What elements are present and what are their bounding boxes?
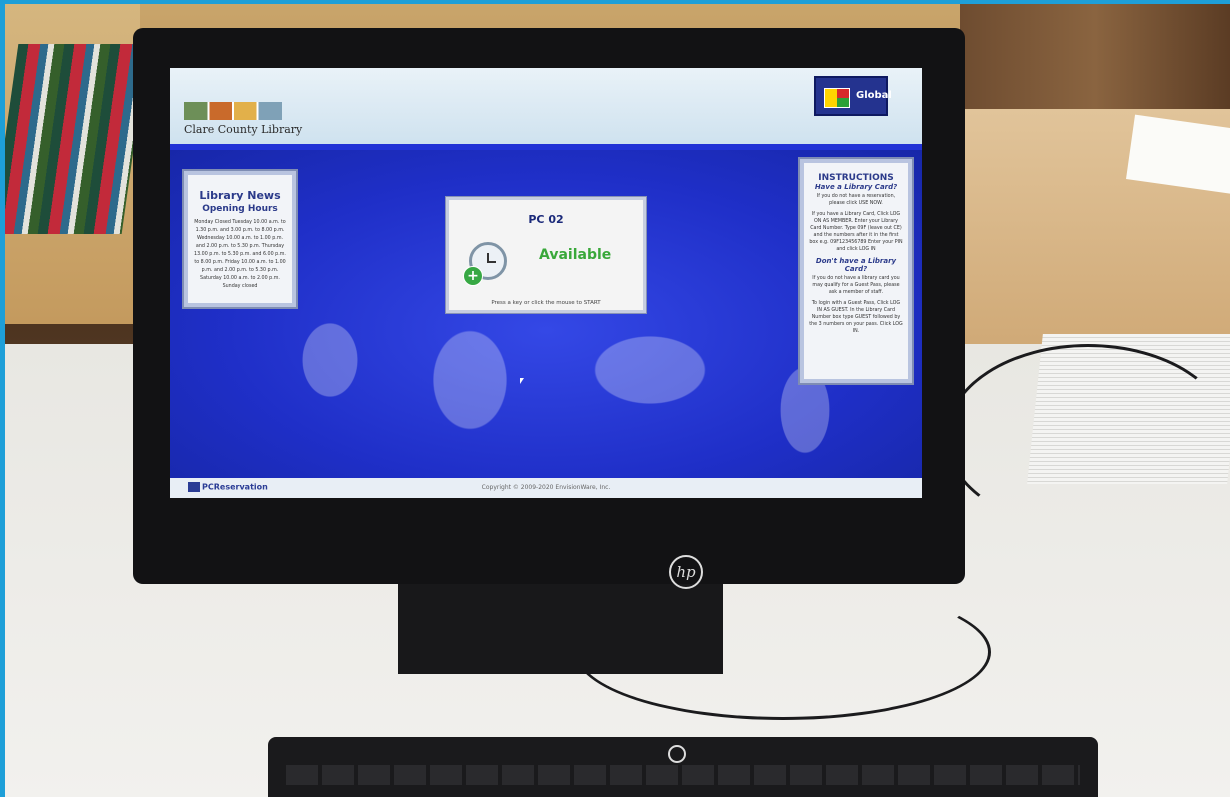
plus-icon: + <box>463 266 483 286</box>
instructions-title: INSTRUCTIONS <box>818 173 894 183</box>
flag-icon <box>824 88 850 108</box>
mouse-cursor-icon <box>520 378 524 384</box>
bookshelf <box>5 4 149 324</box>
availability-status: Available <box>539 247 612 263</box>
pc-status-card[interactable]: PC 02 + Available Press a key or click t… <box>445 196 647 314</box>
world-map-background <box>230 300 850 470</box>
copyright-text: Copyright © 2009-2020 EnvisionWare, Inc. <box>481 484 611 491</box>
wood-floor <box>960 4 1230 114</box>
instructions-text: To login with a Guest Pass, Click LOG IN… <box>809 301 903 334</box>
key-row[interactable] <box>286 765 1080 785</box>
instructions-text: If you do not have a library card you ma… <box>812 276 900 295</box>
hp-logo-icon <box>668 745 686 763</box>
instructions-panel: INSTRUCTIONS Have a Library Card? If you… <box>798 157 914 385</box>
news-title: Library News <box>199 189 281 202</box>
keyboard[interactable] <box>268 737 1098 797</box>
library-logo-images <box>184 102 282 120</box>
monitor-stand <box>398 579 723 674</box>
instructions-heading: Don't have a Library Card? <box>815 257 897 273</box>
library-name: Clare County Library <box>184 123 303 136</box>
news-subtitle: Opening Hours <box>202 204 278 214</box>
pc-reservation-screen[interactable]: Clare County Library Global Library News… <box>170 68 922 498</box>
instructions-text: If you do not have a reservation, please… <box>816 194 896 206</box>
instructions-heading: Have a Library Card? <box>814 183 898 191</box>
global-label: Global <box>856 90 892 101</box>
library-news-panel: Library News Opening Hours Monday Closed… <box>182 169 298 309</box>
footer-bar: PCReservation Copyright © 2009-2020 Envi… <box>170 478 922 498</box>
hp-logo-icon: hp <box>669 555 703 589</box>
cable <box>945 344 1230 530</box>
books <box>5 44 149 234</box>
start-prompt: Press a key or click the mouse to START <box>491 300 601 306</box>
header-bar: Clare County Library Global <box>170 68 922 144</box>
instructions-text: If you have a Library Card, Click LOG ON… <box>809 212 903 252</box>
pc-name: PC 02 <box>528 213 564 226</box>
opening-hours-text: Monday Closed Tuesday 10.00 a.m. to 1.30… <box>194 220 286 289</box>
language-global-button[interactable]: Global <box>814 76 892 116</box>
